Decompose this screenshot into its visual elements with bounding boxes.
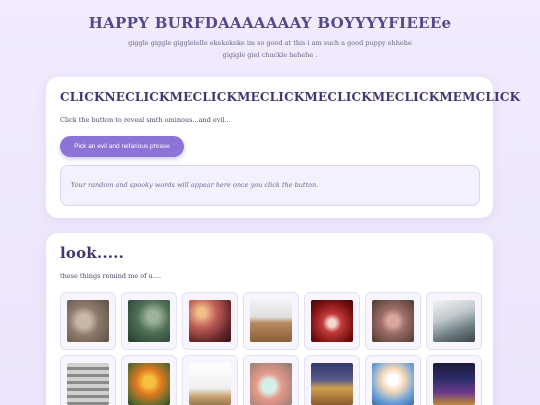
gallery-thumbnail[interactable] xyxy=(182,292,238,350)
bokeh-lights-photo xyxy=(189,300,231,342)
phrase-card-description: Click the button to reveal smth ominous.… xyxy=(60,116,231,124)
phrase-output-box: Your random and spooky words will appear… xyxy=(60,165,480,206)
gallery-thumbnail[interactable] xyxy=(121,292,177,350)
foliage-photo xyxy=(128,300,170,342)
gallery-thumbnail[interactable] xyxy=(426,355,482,405)
cat-painting-image xyxy=(372,363,414,405)
gallery-thumbnail[interactable] xyxy=(304,355,360,405)
gallery-thumbnail[interactable] xyxy=(426,292,482,350)
page-header: HAPPY BURFDAAAAAAAY BOYYYYFIEEEe giggle … xyxy=(0,14,540,61)
gallery-grid xyxy=(60,292,482,405)
gallery-thumbnail[interactable] xyxy=(121,355,177,405)
sculpture-photo xyxy=(433,300,475,342)
teddy-bear-photo xyxy=(250,300,292,342)
phrase-card: CLICKNECLICKMECLICKMECLICKMECLICKMECLICK… xyxy=(46,77,520,218)
page-subtitle: giggle giggle gigglelelle ekekekeke im s… xyxy=(128,39,412,59)
cartoon-character-image xyxy=(250,363,292,405)
gallery-thumbnail[interactable] xyxy=(60,292,116,350)
figurines-photo xyxy=(311,363,353,405)
gallery-thumbnail[interactable] xyxy=(365,355,421,405)
gallery-thumbnail[interactable] xyxy=(60,355,116,405)
gallery-card: look..... these things remind me of u...… xyxy=(46,233,493,405)
phrase-card-title: CLICKNECLICKMECLICKMECLICKMECLICKMECLICK… xyxy=(60,90,521,104)
gallery-card-title: look..... xyxy=(60,244,125,262)
gallery-thumbnail[interactable] xyxy=(182,355,238,405)
gallery-thumbnail[interactable] xyxy=(365,292,421,350)
page-title: HAPPY BURFDAAAAAAAY BOYYYYFIEEEe xyxy=(88,14,452,32)
fantasy-art-image xyxy=(433,363,475,405)
comic-deer-image xyxy=(189,363,231,405)
dried-roses-photo xyxy=(372,300,414,342)
gallery-thumbnail[interactable] xyxy=(243,292,299,350)
kitten-photo xyxy=(67,300,109,342)
gallery-thumbnail[interactable] xyxy=(304,292,360,350)
gallery-thumbnail[interactable] xyxy=(243,355,299,405)
pick-phrase-button[interactable]: Pick an evil and nefarious phrase xyxy=(60,136,184,157)
heart-candy-photo xyxy=(311,300,353,342)
ribcage-photo xyxy=(67,363,109,405)
flowers-photo xyxy=(128,363,170,405)
gallery-card-description: these things remind me of u.... xyxy=(60,272,162,280)
